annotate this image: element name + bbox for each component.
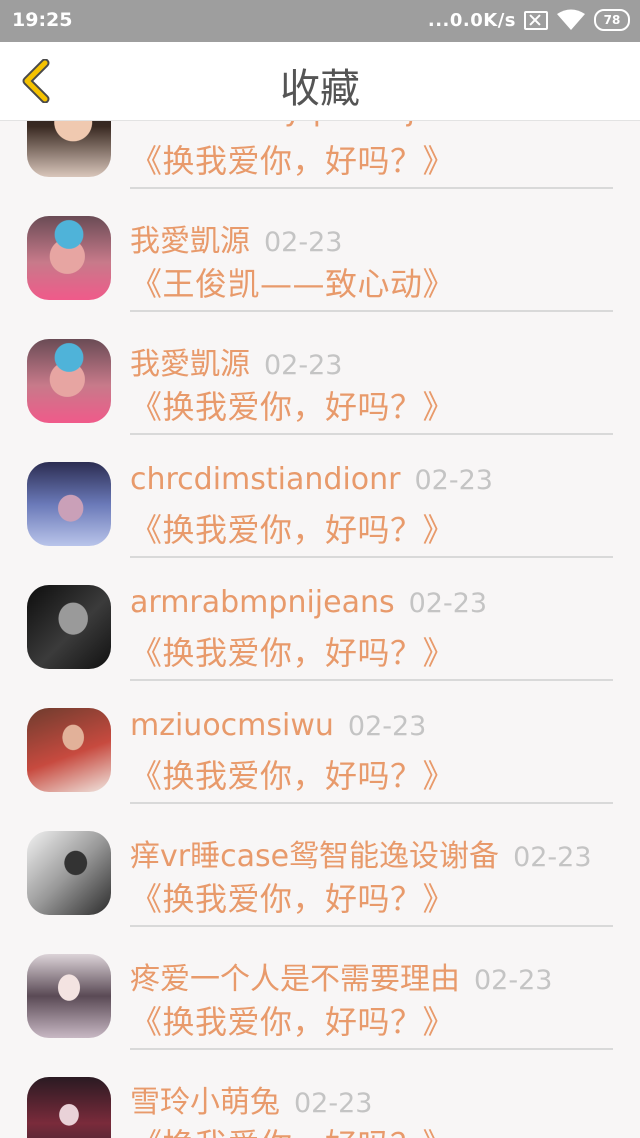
avatar bbox=[27, 831, 111, 915]
avatar bbox=[27, 954, 111, 1038]
user-name: elizabaextyqmandjames bbox=[130, 121, 497, 128]
avatar bbox=[27, 462, 111, 546]
item-date: 02-23 bbox=[347, 711, 427, 742]
list-item[interactable]: 雪玲小萌兔 02-23 《换我爱你，好吗？》 bbox=[0, 1050, 640, 1138]
favorites-list-content: elizabaextyqmandjames 02-23 《换我爱你，好吗？》 我愛… bbox=[0, 121, 640, 1138]
favorites-list[interactable]: elizabaextyqmandjames 02-23 《换我爱你，好吗？》 我愛… bbox=[0, 121, 640, 1138]
user-name: 我愛凱源 bbox=[130, 224, 250, 256]
battery-level: 78 bbox=[603, 13, 621, 27]
item-title-row: 我愛凱源 02-23 bbox=[130, 339, 640, 379]
song-title: 《换我爱你，好吗？》 bbox=[130, 1120, 455, 1138]
status-indicators: ...0.0K/s 78 bbox=[428, 9, 630, 31]
list-item[interactable]: mziuocmsiwu 02-23 《换我爱你，好吗？》 bbox=[0, 681, 640, 804]
avatar bbox=[27, 339, 111, 423]
user-name: 痒vr睡case鸳智能逸设谢备 bbox=[130, 839, 500, 871]
item-date: 02-23 bbox=[264, 350, 343, 379]
item-title-row: 雪玲小萌兔 02-23 bbox=[130, 1077, 640, 1117]
item-title-row: elizabaextyqmandjames 02-23 bbox=[130, 121, 640, 133]
list-item[interactable]: 我愛凱源 02-23 《王俊凯——致心动》 bbox=[0, 189, 640, 312]
item-date: 02-23 bbox=[414, 465, 493, 496]
song-title: 《换我爱你，好吗？》 bbox=[130, 634, 456, 672]
item-title-row: 痒vr睡case鸳智能逸设谢备 02-23 bbox=[130, 831, 640, 871]
user-name: 雪玲小萌兔 bbox=[130, 1085, 280, 1117]
avatar bbox=[27, 708, 111, 792]
user-name: 疼爱一个人是不需要理由 bbox=[130, 962, 460, 994]
item-title-row: 疼爱一个人是不需要理由 02-23 bbox=[130, 954, 640, 994]
page-title: 收藏 bbox=[280, 66, 360, 112]
item-title-row: mziuocmsiwu 02-23 bbox=[130, 708, 640, 748]
user-name: 我愛凱源 bbox=[130, 347, 250, 379]
song-title: 《换我爱你，好吗？》 bbox=[130, 880, 456, 918]
no-sim-icon bbox=[524, 10, 548, 30]
item-date: 02-23 bbox=[294, 1088, 373, 1117]
item-title-row: chrcdimstiandionr 02-23 bbox=[130, 462, 640, 502]
status-bar: 19:25 ...0.0K/s 78 bbox=[0, 0, 640, 42]
song-title: 《换我爱你，好吗？》 bbox=[130, 142, 456, 180]
list-item[interactable]: 疼爱一个人是不需要理由 02-23 《换我爱你，好吗？》 bbox=[0, 927, 640, 1050]
item-title-row: 我愛凱源 02-23 bbox=[130, 216, 640, 256]
song-title: 《换我爱你，好吗？》 bbox=[130, 511, 456, 549]
item-title-row: armrabmpnijeans 02-23 bbox=[130, 585, 640, 625]
user-name: chrcdimstiandionr bbox=[130, 462, 401, 497]
user-name: armrabmpnijeans bbox=[130, 585, 395, 620]
battery-icon: 78 bbox=[594, 9, 630, 31]
user-name: mziuocmsiwu bbox=[130, 708, 334, 743]
nav-bar: 收藏 bbox=[0, 42, 640, 121]
list-item[interactable]: 痒vr睡case鸳智能逸设谢备 02-23 《换我爱你，好吗？》 bbox=[0, 804, 640, 927]
item-date: 02-23 bbox=[264, 227, 343, 256]
avatar bbox=[27, 1077, 111, 1138]
avatar bbox=[27, 585, 111, 669]
avatar bbox=[27, 216, 111, 300]
list-item[interactable]: armrabmpnijeans 02-23 《换我爱你，好吗？》 bbox=[0, 558, 640, 681]
song-title: 《换我爱你，好吗？》 bbox=[130, 1003, 456, 1041]
status-time: 19:25 bbox=[12, 9, 73, 31]
avatar bbox=[27, 121, 111, 177]
item-date: 02-23 bbox=[408, 588, 488, 619]
network-speed: ...0.0K/s bbox=[427, 9, 516, 31]
item-date: 02-23 bbox=[511, 121, 589, 127]
song-title: 《换我爱你，好吗？》 bbox=[130, 757, 456, 795]
list-item[interactable]: elizabaextyqmandjames 02-23 《换我爱你，好吗？》 bbox=[0, 121, 640, 189]
item-date: 02-23 bbox=[474, 965, 553, 994]
song-title: 《换我爱你，好吗？》 bbox=[130, 388, 456, 426]
item-date: 02-23 bbox=[513, 842, 592, 871]
list-item[interactable]: chrcdimstiandionr 02-23 《换我爱你，好吗？》 bbox=[0, 435, 640, 558]
list-item[interactable]: 我愛凱源 02-23 《换我爱你，好吗？》 bbox=[0, 312, 640, 435]
song-title: 《王俊凯——致心动》 bbox=[130, 265, 456, 303]
wifi-icon bbox=[557, 9, 585, 30]
